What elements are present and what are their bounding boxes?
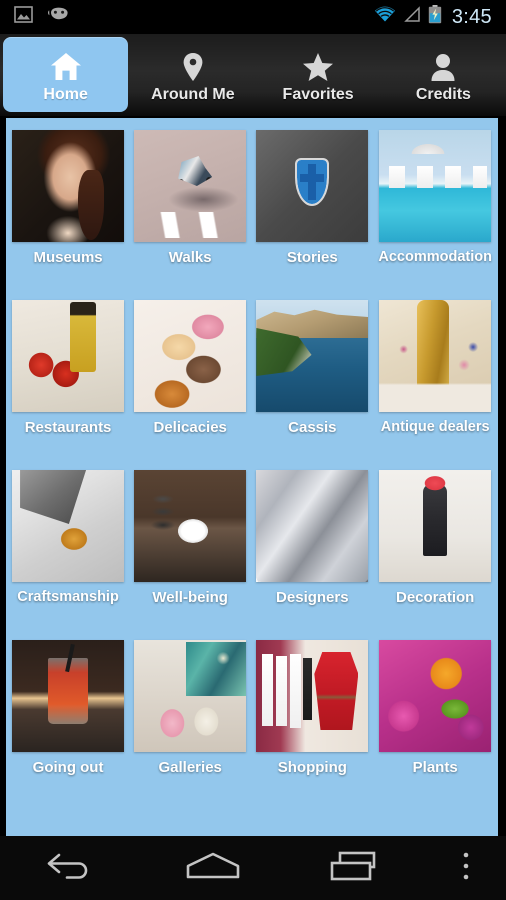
- back-button[interactable]: [0, 836, 142, 900]
- grid-item-museums[interactable]: Museums: [12, 130, 125, 300]
- grid-item-decoration[interactable]: Decoration: [378, 470, 492, 640]
- grid-item-label: Accommodation: [378, 249, 492, 265]
- grid-item-label: Restaurants: [24, 419, 112, 436]
- macarons-thumbnail: [134, 300, 247, 412]
- status-bar-system-icons: 3:45: [374, 5, 498, 29]
- status-bar: 3:45: [0, 0, 506, 34]
- portrait-painting-thumbnail: [12, 130, 125, 242]
- person-icon: [430, 50, 456, 84]
- grid-item-galleries[interactable]: Galleries: [134, 640, 247, 810]
- cellular-signal-icon: [403, 6, 421, 28]
- grid-item-cassis[interactable]: Cassis: [256, 300, 369, 470]
- grid-item-label: Delicacies: [153, 419, 227, 436]
- grid-item-craftsmanship[interactable]: Craftsmanship: [12, 470, 125, 640]
- grid-item-label: Craftsmanship: [17, 589, 119, 605]
- grid-item-label: Designers: [276, 589, 349, 606]
- tab-around-me[interactable]: Around Me: [130, 34, 255, 116]
- menu-button[interactable]: [426, 836, 506, 900]
- coastal-cliffs-thumbnail: [256, 300, 369, 412]
- grid-item-delicacies[interactable]: Delicacies: [134, 300, 247, 470]
- home-pentagon-icon: [184, 849, 242, 888]
- tab-favorites[interactable]: Favorites: [256, 34, 381, 116]
- map-pin-icon: [182, 50, 204, 84]
- image-icon: [14, 6, 33, 28]
- grid-item-shopping[interactable]: Shopping: [256, 640, 369, 810]
- recent-apps-icon: [328, 849, 382, 888]
- tomatoes-olive-oil-thumbnail: [12, 300, 125, 412]
- grid-item-label: Museums: [33, 249, 103, 266]
- clothing-rack-thumbnail: [256, 640, 369, 752]
- swimming-pool-thumbnail: [379, 130, 492, 242]
- coat-of-arms-thumbnail: [256, 130, 369, 242]
- grid-item-going-out[interactable]: Going out: [12, 640, 125, 810]
- grid-item-label: Antique dealers: [380, 419, 490, 435]
- home-icon: [50, 50, 82, 84]
- clock-time: 3:45: [451, 5, 492, 28]
- category-grid: Museums Walks Stories Accommodation Rest: [12, 130, 492, 810]
- grid-item-designers[interactable]: Designers: [256, 470, 369, 640]
- star-icon: [302, 50, 334, 84]
- grid-item-stories[interactable]: Stories: [256, 130, 369, 300]
- tab-credits-label: Credits: [415, 86, 471, 103]
- grid-item-label: Going out: [32, 759, 104, 776]
- grid-item-label: Shopping: [277, 759, 347, 776]
- system-navigation-bar: [0, 836, 506, 900]
- grid-item-label: Well-being: [152, 589, 228, 606]
- grid-item-label: Plants: [412, 759, 458, 776]
- status-bar-notifications: [14, 6, 71, 28]
- tab-home-label: Home: [43, 85, 88, 103]
- battery-charging-icon: [428, 5, 442, 29]
- grid-item-restaurants[interactable]: Restaurants: [12, 300, 125, 470]
- spa-stones-thumbnail: [134, 470, 247, 582]
- artisan-hands-thumbnail: [12, 470, 125, 582]
- ceramic-vases-thumbnail: [134, 640, 247, 752]
- grid-item-walks[interactable]: Walks: [134, 130, 247, 300]
- grid-item-accommodation[interactable]: Accommodation: [378, 130, 492, 300]
- grid-item-label: Walks: [168, 249, 212, 266]
- tab-around-me-label: Around Me: [151, 86, 235, 103]
- tab-favorites-label: Favorites: [282, 86, 354, 103]
- content-area: Museums Walks Stories Accommodation Rest: [0, 118, 506, 836]
- tab-home[interactable]: Home: [3, 37, 129, 112]
- grid-item-well-being[interactable]: Well-being: [134, 470, 247, 640]
- android-robot-icon: [47, 7, 71, 28]
- recents-button[interactable]: [284, 836, 426, 900]
- grid-item-antique-dealers[interactable]: Antique dealers: [378, 300, 492, 470]
- overflow-menu-icon: [461, 849, 471, 888]
- cocktail-bar-thumbnail: [12, 640, 125, 752]
- cyclist-aerial-thumbnail: [134, 130, 247, 242]
- grid-item-plants[interactable]: Plants: [378, 640, 492, 810]
- category-grid-background: Museums Walks Stories Accommodation Rest: [6, 118, 498, 836]
- interior-room-thumbnail: [379, 470, 492, 582]
- gilt-antiques-thumbnail: [379, 300, 492, 412]
- tab-bar: Home Around Me Favorites Credits: [0, 34, 506, 118]
- back-arrow-icon: [45, 849, 97, 888]
- grid-item-label: Cassis: [288, 419, 337, 436]
- grid-item-label: Galleries: [158, 759, 222, 776]
- silver-crystal-thumbnail: [256, 470, 369, 582]
- android-phone-screen: 3:45 Home Around Me Favorites Credits Mu…: [0, 0, 506, 900]
- wifi-icon: [374, 6, 396, 28]
- flowers-thumbnail: [379, 640, 492, 752]
- tab-credits[interactable]: Credits: [381, 34, 506, 116]
- grid-item-label: Decoration: [396, 589, 475, 606]
- home-button[interactable]: [142, 836, 284, 900]
- grid-item-label: Stories: [286, 249, 338, 266]
